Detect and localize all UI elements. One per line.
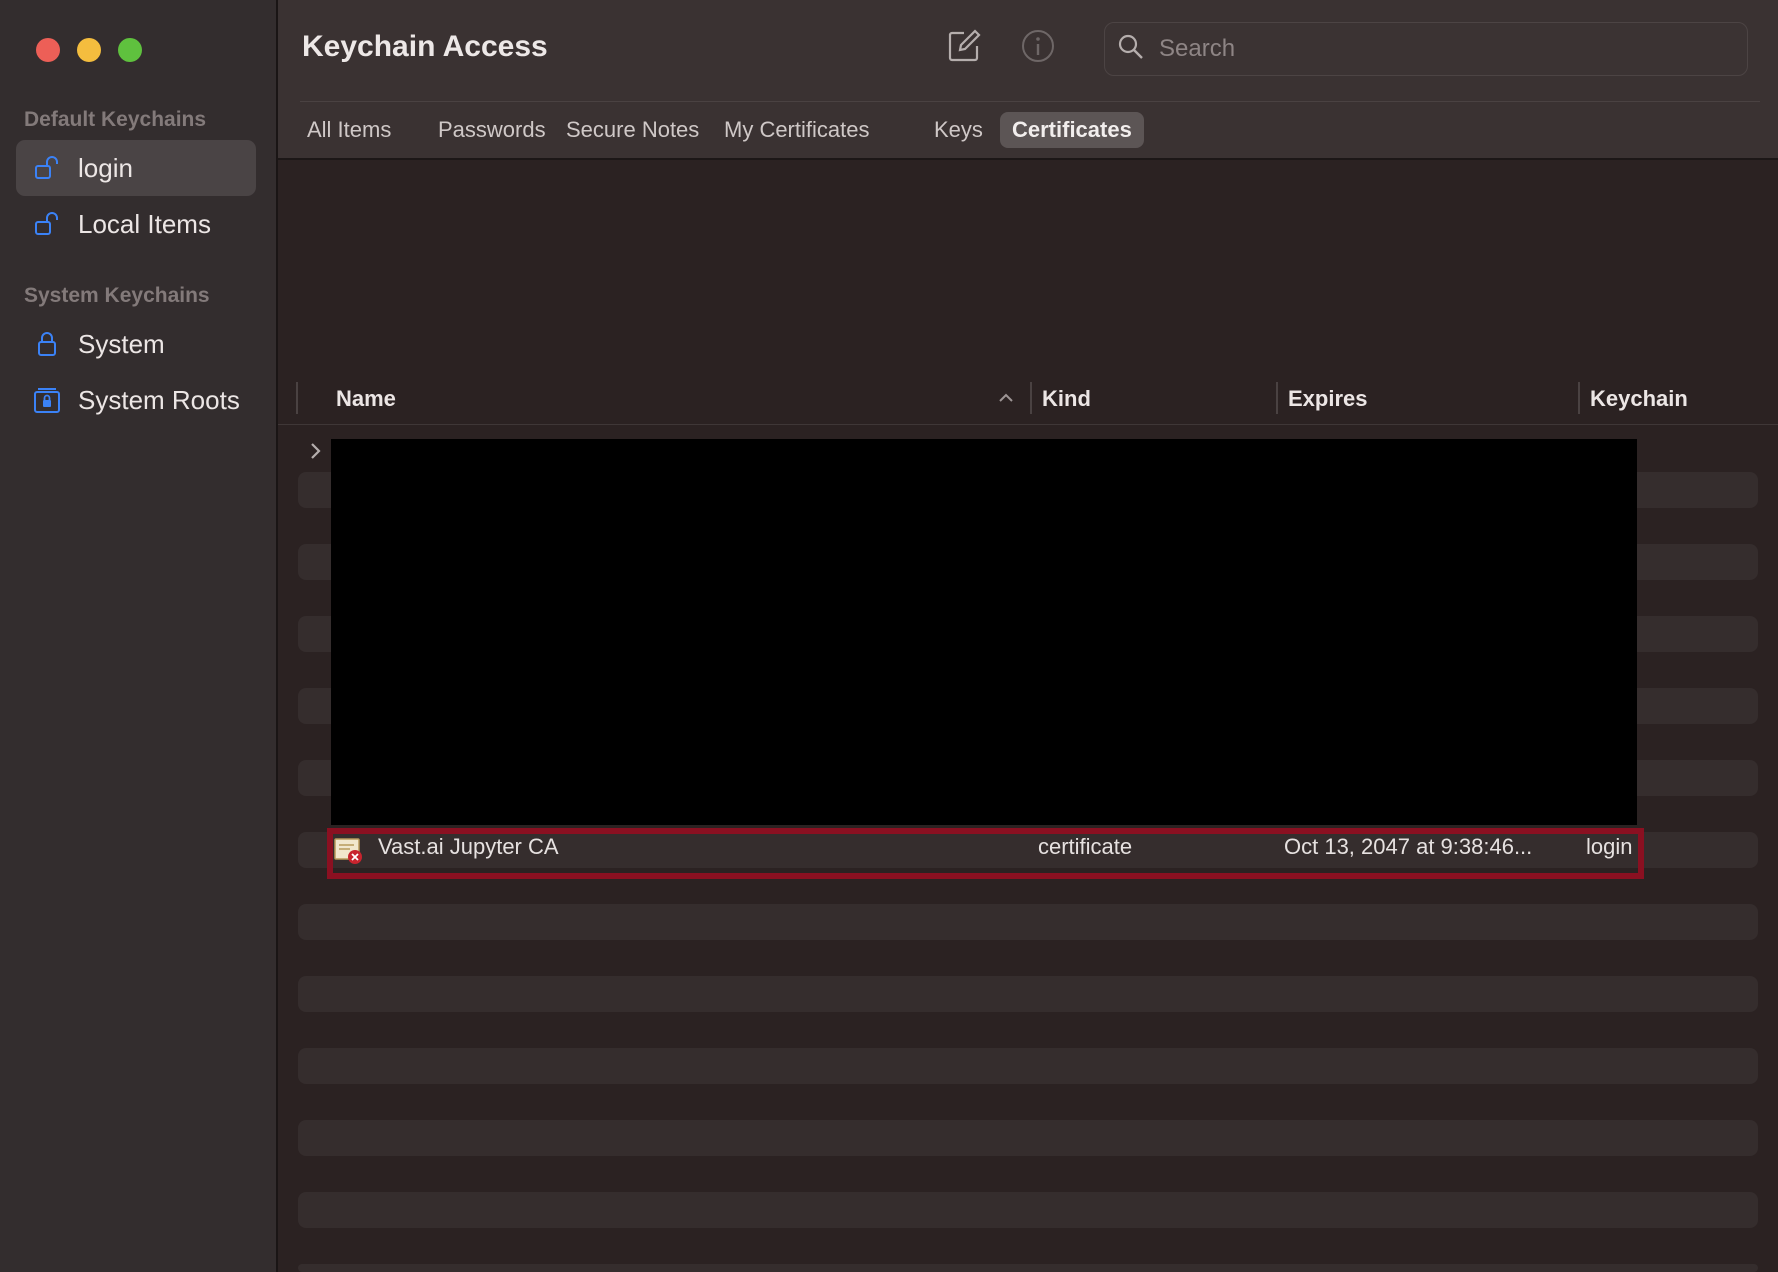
column-header-expires[interactable]: Expires bbox=[1288, 386, 1368, 412]
info-button[interactable] bbox=[1018, 28, 1058, 68]
unlocked-padlock-icon bbox=[32, 153, 62, 183]
column-header-kind[interactable]: Kind bbox=[1042, 386, 1091, 412]
certificate-kind: certificate bbox=[1038, 834, 1133, 859]
tab-passwords[interactable]: Passwords bbox=[426, 112, 558, 148]
toolbar-divider bbox=[300, 101, 1760, 102]
table-row bbox=[298, 1192, 1758, 1228]
column-header-name[interactable]: Name bbox=[336, 386, 396, 412]
info-icon bbox=[1020, 28, 1056, 69]
window-title: Keychain Access bbox=[302, 30, 548, 63]
tab-all-items[interactable]: All Items bbox=[295, 112, 403, 148]
sidebar-item-label: System bbox=[78, 328, 165, 359]
zoom-window-button[interactable] bbox=[118, 38, 142, 62]
sidebar-item-label: login bbox=[78, 152, 133, 183]
close-window-button[interactable] bbox=[36, 38, 60, 62]
window-controls bbox=[36, 38, 142, 62]
tab-keys[interactable]: Keys bbox=[922, 112, 995, 148]
sidebar-item-label: System Roots bbox=[78, 384, 240, 415]
tab-certificates[interactable]: Certificates bbox=[1000, 112, 1144, 148]
table-row bbox=[298, 904, 1758, 940]
locked-padlock-icon bbox=[32, 329, 62, 359]
column-separator[interactable] bbox=[1578, 382, 1580, 414]
column-separator[interactable] bbox=[1276, 382, 1278, 414]
sort-ascending-icon[interactable] bbox=[996, 388, 1016, 408]
default-keychains-heading: Default Keychains bbox=[24, 108, 207, 131]
tab-secure-notes[interactable]: Secure Notes bbox=[554, 112, 711, 148]
search-input[interactable] bbox=[1157, 34, 1721, 64]
table-row bbox=[298, 1048, 1758, 1084]
new-item-button[interactable] bbox=[944, 28, 984, 68]
category-tabs: All Items Passwords Secure Notes My Cert… bbox=[278, 100, 1778, 160]
tab-my-certificates[interactable]: My Certificates bbox=[712, 112, 881, 148]
table-row bbox=[298, 1264, 1758, 1272]
compose-icon bbox=[946, 28, 982, 69]
untrusted-certificate-icon bbox=[334, 837, 364, 865]
minimize-window-button[interactable] bbox=[77, 38, 101, 62]
toolbar: Keychain Access bbox=[278, 0, 1778, 100]
locked-cabinet-icon bbox=[32, 385, 62, 415]
disclosure-chevron-icon[interactable] bbox=[304, 440, 326, 462]
sidebar: Default Keychains login Local Items Syst… bbox=[0, 0, 278, 1272]
redacted-rows bbox=[331, 439, 1637, 825]
certificate-expires: Oct 13, 2047 at 9:38:46... bbox=[1284, 834, 1533, 859]
sidebar-item-label: Local Items bbox=[78, 208, 211, 239]
table-row bbox=[298, 976, 1758, 1012]
certificate-keychain: login bbox=[1586, 834, 1633, 859]
sidebar-item-system-roots[interactable]: System Roots bbox=[16, 372, 256, 428]
column-separator bbox=[296, 382, 298, 414]
unlocked-padlock-icon bbox=[32, 209, 62, 239]
column-separator[interactable] bbox=[1030, 382, 1032, 414]
search-icon bbox=[1117, 33, 1145, 66]
table-row bbox=[298, 1120, 1758, 1156]
keychain-access-window: Default Keychains login Local Items Syst… bbox=[0, 0, 1778, 1272]
sidebar-item-system[interactable]: System bbox=[16, 316, 256, 372]
system-keychains-heading: System Keychains bbox=[24, 284, 210, 307]
certificate-name: Vast.ai Jupyter CA bbox=[378, 834, 559, 859]
column-header-keychain[interactable]: Keychain bbox=[1590, 386, 1688, 412]
sidebar-item-login[interactable]: login bbox=[16, 140, 256, 196]
search-field[interactable] bbox=[1104, 22, 1748, 76]
sidebar-item-local-items[interactable]: Local Items bbox=[16, 196, 256, 252]
table-header: Name Kind Expires Keychain bbox=[278, 378, 1778, 425]
